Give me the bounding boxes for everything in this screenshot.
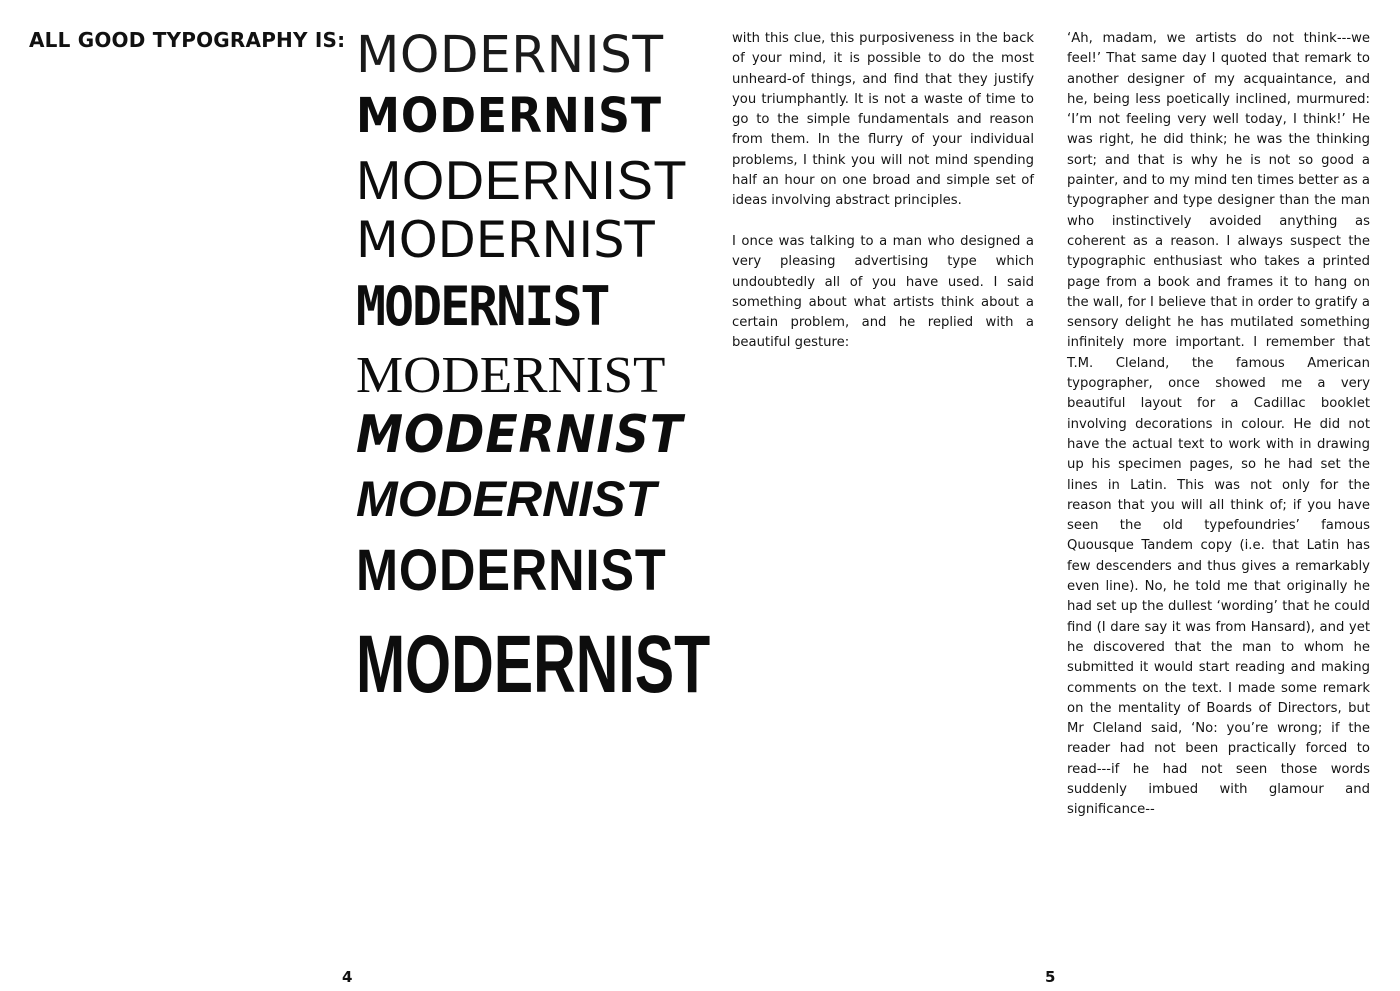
paragraph: I once was talking to a man who designed… [732,233,1034,351]
specimen-word-5: MODERNIST [356,275,610,338]
page-heading: ALL GOOD TYPOGRAPHY IS: [29,28,346,52]
specimen-word-7: MODERNIST [356,405,684,465]
specimen-word-3: MODERNIST [356,149,688,211]
specimen-word-9: MODERNIST [356,538,667,603]
specimen-word-2: MODERNIST [356,88,662,144]
page-number-left: 4 [342,968,353,986]
page-number-right: 5 [1045,968,1056,986]
specimen-word-1: MODERNIST [356,26,664,85]
body-column-right: ‘Ah, madam, we artists do not think---we… [1067,29,1370,841]
paragraph: with this clue, this purposiveness in th… [732,31,1034,209]
specimen-word-4: MODERNIST [356,211,655,269]
specimen-word-8: MODERNIST [356,471,656,527]
specimen-word-6: MODERNIST [356,347,666,404]
specimen-word-10: MODERNIST [356,619,711,710]
body-column-left: with this clue, this purposiveness in th… [732,29,1034,374]
paragraph: ‘Ah, madam, we artists do not think---we… [1067,31,1370,818]
